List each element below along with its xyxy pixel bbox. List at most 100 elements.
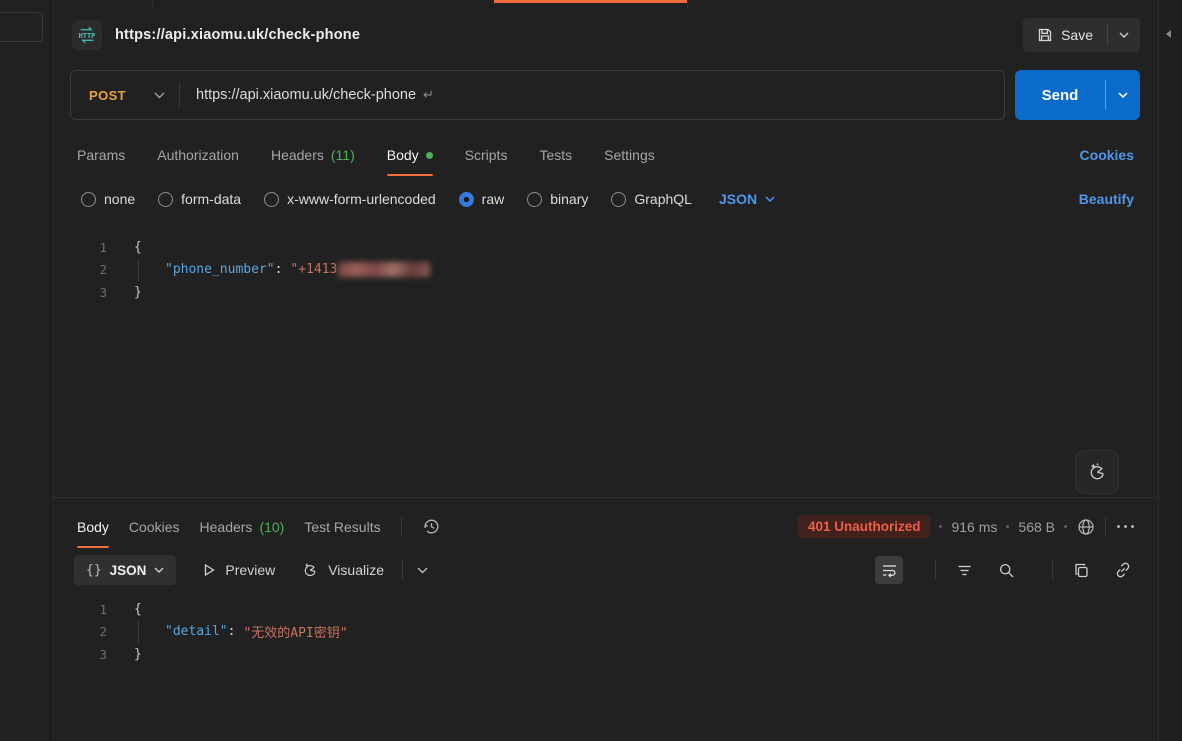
visualize-sparkle-icon bbox=[301, 561, 319, 579]
divider bbox=[935, 560, 936, 580]
radio-raw[interactable]: raw bbox=[459, 191, 505, 207]
response-tab-test-results[interactable]: Test Results bbox=[304, 506, 380, 548]
line-number: 3 bbox=[52, 285, 112, 300]
body-type-row: none form-data x-www-form-urlencoded raw… bbox=[52, 182, 1157, 216]
app-window: HTTP https://api.xiaomu.uk/check-phone S… bbox=[0, 0, 1182, 741]
url-input[interactable]: https://api.xiaomu.uk/check-phone bbox=[180, 87, 416, 103]
radio-binary[interactable]: binary bbox=[527, 191, 588, 207]
line-number: 2 bbox=[52, 624, 112, 639]
tab-headers[interactable]: Headers (11) bbox=[271, 134, 355, 176]
more-options-icon[interactable] bbox=[1117, 525, 1134, 528]
request-body-editor[interactable]: 1 { 2 "phone_number":"+1413 3 } bbox=[52, 232, 1157, 498]
link-button[interactable] bbox=[1109, 556, 1137, 584]
body-modified-dot bbox=[426, 152, 433, 159]
method-selector[interactable]: POST bbox=[71, 88, 179, 103]
search-icon bbox=[998, 562, 1015, 579]
filter-icon bbox=[956, 562, 973, 579]
tab-tests[interactable]: Tests bbox=[539, 134, 572, 176]
left-sidebar bbox=[0, 0, 51, 741]
line-number: 1 bbox=[52, 240, 112, 255]
svg-text:HTTP: HTTP bbox=[79, 32, 96, 40]
active-tab-indicator bbox=[494, 0, 687, 3]
postbot-button[interactable] bbox=[1075, 450, 1119, 494]
indent-guide bbox=[138, 621, 165, 644]
dot-separator bbox=[939, 525, 942, 528]
response-history-icon[interactable] bbox=[422, 517, 441, 536]
wrap-text-icon bbox=[881, 562, 898, 579]
code-line: 1 { bbox=[52, 598, 1157, 621]
radio-none[interactable]: none bbox=[81, 191, 135, 207]
search-button[interactable] bbox=[992, 556, 1020, 584]
radio-form-data[interactable]: form-data bbox=[158, 191, 241, 207]
more-views-caret[interactable] bbox=[417, 567, 428, 574]
right-sidebar-rail bbox=[1158, 0, 1182, 741]
tab-separator bbox=[687, 0, 688, 8]
method-label: POST bbox=[89, 88, 126, 103]
radio-graphql[interactable]: GraphQL bbox=[611, 191, 692, 207]
response-format-selector[interactable]: {} JSON bbox=[74, 555, 176, 585]
response-tools bbox=[875, 556, 1137, 584]
divider bbox=[1052, 560, 1053, 580]
response-headers-count: (10) bbox=[259, 519, 284, 535]
radio-circle bbox=[158, 192, 173, 207]
chevron-down-icon bbox=[765, 196, 775, 202]
visualize-button[interactable]: Visualize bbox=[301, 561, 384, 579]
response-tab-headers[interactable]: Headers (10) bbox=[200, 506, 285, 548]
radio-circle bbox=[611, 192, 626, 207]
url-builder-row: POST https://api.xiaomu.uk/check-phone ↵… bbox=[70, 70, 1140, 120]
line-number: 1 bbox=[52, 602, 112, 617]
link-icon bbox=[1114, 561, 1132, 579]
response-tab-cookies[interactable]: Cookies bbox=[129, 506, 180, 548]
code-line: 3 } bbox=[52, 643, 1157, 666]
divider bbox=[401, 517, 402, 537]
dot-separator bbox=[1064, 525, 1067, 528]
send-button-group: Send bbox=[1015, 70, 1140, 120]
response-toolbar: {} JSON Preview Visualize bbox=[52, 553, 1157, 587]
save-options-caret[interactable] bbox=[1108, 18, 1140, 52]
tab-settings[interactable]: Settings bbox=[604, 134, 655, 176]
indent-guide bbox=[138, 259, 165, 282]
response-size[interactable]: 568 B bbox=[1018, 519, 1055, 535]
preview-button[interactable]: Preview bbox=[202, 562, 275, 578]
radio-circle bbox=[527, 192, 542, 207]
radio-circle bbox=[264, 192, 279, 207]
chevron-down-icon bbox=[154, 92, 165, 99]
main-pane: HTTP https://api.xiaomu.uk/check-phone S… bbox=[52, 0, 1157, 741]
request-tabs: Params Authorization Headers (11) Body S… bbox=[52, 134, 1157, 176]
tab-authorization[interactable]: Authorization bbox=[157, 134, 239, 176]
beautify-link[interactable]: Beautify bbox=[1079, 191, 1134, 207]
request-title: https://api.xiaomu.uk/check-phone bbox=[115, 27, 360, 43]
headers-count: (11) bbox=[331, 147, 355, 163]
send-button[interactable]: Send bbox=[1015, 70, 1105, 120]
chevron-down-icon bbox=[154, 567, 164, 573]
http-request-icon: HTTP bbox=[72, 20, 102, 50]
response-status-group: 401 Unauthorized 916 ms 568 B bbox=[798, 515, 1134, 538]
sidebar-partial-box[interactable] bbox=[0, 12, 43, 42]
tab-params[interactable]: Params bbox=[77, 134, 125, 176]
tab-body[interactable]: Body bbox=[387, 134, 433, 176]
copy-button[interactable] bbox=[1067, 556, 1095, 584]
tab-scripts[interactable]: Scripts bbox=[465, 134, 508, 176]
filter-button[interactable] bbox=[950, 556, 978, 584]
radio-urlencoded[interactable]: x-www-form-urlencoded bbox=[264, 191, 436, 207]
radio-circle bbox=[81, 192, 96, 207]
response-body-editor[interactable]: 1 { 2 "detail":"无效的API密钥" 3 } bbox=[52, 594, 1157, 741]
play-icon bbox=[202, 563, 216, 577]
wrap-text-button[interactable] bbox=[875, 556, 903, 584]
send-options-caret[interactable] bbox=[1106, 70, 1140, 120]
network-globe-icon[interactable] bbox=[1076, 517, 1096, 537]
status-badge[interactable]: 401 Unauthorized bbox=[798, 515, 931, 538]
tab-separator bbox=[152, 0, 153, 8]
format-selector[interactable]: JSON bbox=[719, 191, 775, 207]
code-line: 3 } bbox=[52, 281, 1157, 304]
radio-circle-selected bbox=[459, 192, 474, 207]
cookies-link[interactable]: Cookies bbox=[1080, 147, 1134, 163]
line-number: 3 bbox=[52, 647, 112, 662]
response-tab-body[interactable]: Body bbox=[77, 506, 109, 548]
request-header-row: HTTP https://api.xiaomu.uk/check-phone S… bbox=[52, 8, 1157, 62]
collapse-left-icon[interactable] bbox=[1166, 30, 1171, 38]
active-tab-underline bbox=[77, 546, 109, 548]
save-button[interactable]: Save bbox=[1023, 18, 1107, 52]
response-time[interactable]: 916 ms bbox=[951, 519, 997, 535]
code-line: 2 "detail":"无效的API密钥" bbox=[52, 621, 1157, 644]
